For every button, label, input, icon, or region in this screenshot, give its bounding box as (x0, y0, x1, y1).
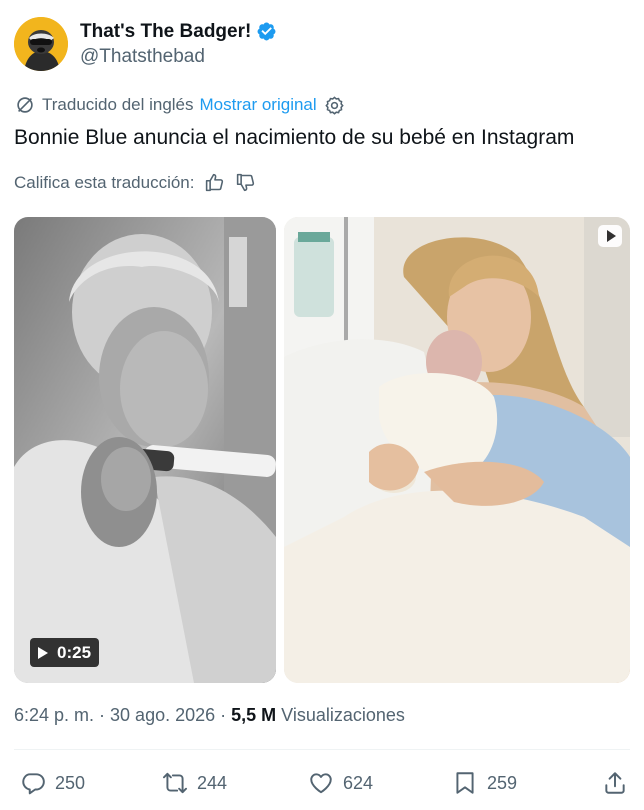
reply-count: 250 (55, 772, 86, 793)
photo-image (284, 217, 630, 683)
handle[interactable]: @Thatsthebad (80, 46, 277, 68)
repost-count: 244 (197, 772, 228, 793)
translation-label: Traducido del inglés (42, 95, 194, 114)
gear-icon[interactable] (324, 95, 345, 116)
video-duration: 0:25 (57, 642, 92, 662)
tweet-header: That's The Badger! @Thatsthebad (14, 16, 277, 72)
bookmark-icon (456, 772, 474, 794)
like-count: 624 (343, 772, 374, 793)
heart-icon (310, 773, 332, 794)
share-button[interactable] (602, 770, 628, 796)
repost-icon (162, 772, 188, 794)
avatar[interactable] (14, 17, 68, 71)
play-icon (38, 646, 48, 659)
view-label: Visualizaciones (281, 705, 405, 725)
thumbs-up-icon[interactable] (204, 172, 225, 193)
repost-button[interactable]: 244 (162, 770, 227, 796)
rate-translation: Califica esta traducción: (14, 172, 256, 193)
tweet-text: Bonnie Blue anuncia el nacimiento de su … (14, 126, 575, 149)
video-image (14, 217, 276, 683)
divider (14, 749, 630, 750)
author-names: That's The Badger! @Thatsthebad (80, 21, 277, 68)
reply-icon (22, 773, 45, 795)
play-icon (606, 230, 616, 242)
translation-notice: Traducido del inglés Mostrar original (14, 94, 345, 116)
display-name[interactable]: That's The Badger! (80, 21, 251, 43)
bookmark-count: 259 (487, 772, 518, 793)
media-grid: 0:25 (14, 217, 630, 683)
display-name-row: That's The Badger! (80, 21, 277, 43)
show-original-link[interactable]: Mostrar original (200, 95, 317, 115)
bookmark-button[interactable]: 259 (452, 770, 517, 796)
translate-icon (17, 97, 33, 113)
thumbs-down-icon[interactable] (235, 172, 256, 193)
video-duration-badge[interactable]: 0:25 (30, 638, 100, 667)
reply-button[interactable]: 250 (20, 770, 85, 796)
view-count: 5,5 M (231, 705, 277, 725)
timestamp[interactable]: 6:24 p. m. · 30 ago. 2026 · (14, 705, 226, 726)
action-bar: 250 244 624 259 (20, 768, 628, 798)
share-icon (605, 772, 625, 794)
video-indicator-icon (598, 225, 622, 247)
video-thumbnail[interactable]: 0:25 (14, 217, 276, 683)
rate-translation-label: Califica esta traducción: (14, 172, 195, 192)
tweet-meta: 6:24 p. m. · 30 ago. 2026 · 5,5 M Visual… (14, 705, 405, 726)
photo-thumbnail[interactable] (284, 217, 630, 683)
like-button[interactable]: 624 (308, 770, 373, 796)
verified-badge-icon[interactable] (256, 21, 277, 42)
